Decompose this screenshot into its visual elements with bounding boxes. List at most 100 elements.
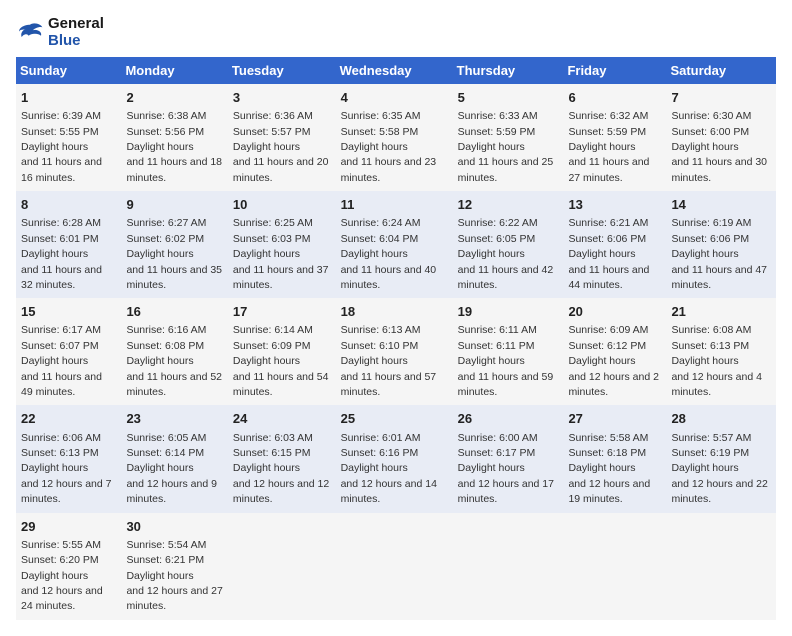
day-number: 16 [126,303,222,321]
day-header-saturday: Saturday [666,57,776,84]
day-header-tuesday: Tuesday [228,57,336,84]
day-cell-4: 4 Sunrise: 6:35 AMSunset: 5:58 PMDaylight… [336,84,453,191]
day-number: 14 [671,196,771,214]
day-detail-text: Sunrise: 6:19 AMSunset: 6:06 PMDaylight … [671,217,767,291]
day-cell-20: 20 Sunrise: 6:09 AMSunset: 6:12 PMDayligh… [563,298,666,405]
day-number: 23 [126,410,222,428]
day-detail-text: Sunrise: 5:55 AMSunset: 6:20 PMDaylight … [21,539,103,613]
day-cell-9: 9 Sunrise: 6:27 AMSunset: 6:02 PMDaylight… [121,191,227,298]
day-cell-7: 7Sunrise: 6:30 AMSunset: 6:00 PMDaylight… [666,84,776,191]
day-detail-text: Sunrise: 6:35 AMSunset: 5:58 PMDaylight … [341,110,437,184]
day-cell-12: 12 Sunrise: 6:22 AMSunset: 6:05 PMDayligh… [453,191,564,298]
day-header-sunday: Sunday [16,57,121,84]
day-number: 17 [233,303,331,321]
calendar-week-row: 22 Sunrise: 6:06 AMSunset: 6:13 PMDayligh… [16,405,776,512]
empty-cell [666,513,776,620]
calendar-week-row: 29 Sunrise: 5:55 AMSunset: 6:20 PMDayligh… [16,513,776,620]
day-cell-6: 6 Sunrise: 6:32 AMSunset: 5:59 PMDaylight… [563,84,666,191]
day-number: 6 [568,89,661,107]
day-detail-text: Sunrise: 6:36 AMSunset: 5:57 PMDaylight … [233,110,329,184]
day-detail-text: Sunrise: 6:22 AMSunset: 6:05 PMDaylight … [458,217,554,291]
day-cell-15: 15Sunrise: 6:17 AMSunset: 6:07 PMDayligh… [16,298,121,405]
day-number: 29 [21,518,116,536]
day-header-wednesday: Wednesday [336,57,453,84]
day-number: 26 [458,410,559,428]
day-number: 30 [126,518,222,536]
day-number: 7 [671,89,771,107]
day-cell-17: 17 Sunrise: 6:14 AMSunset: 6:09 PMDayligh… [228,298,336,405]
calendar-week-row: 1Sunrise: 6:39 AMSunset: 5:55 PMDaylight… [16,84,776,191]
day-cell-8: 8 Sunrise: 6:28 AMSunset: 6:01 PMDaylight… [16,191,121,298]
day-number: 2 [126,89,222,107]
logo: General Blue [16,16,104,49]
day-header-thursday: Thursday [453,57,564,84]
day-number: 28 [671,410,771,428]
day-cell-2: 2Sunrise: 6:38 AMSunset: 5:56 PMDaylight… [121,84,227,191]
day-detail-text: Sunrise: 6:16 AMSunset: 6:08 PMDaylight … [126,324,222,398]
day-number: 3 [233,89,331,107]
day-number: 22 [21,410,116,428]
day-number: 20 [568,303,661,321]
day-header-monday: Monday [121,57,227,84]
day-cell-26: 26Sunrise: 6:00 AMSunset: 6:17 PMDayligh… [453,405,564,512]
day-detail-text: Sunrise: 6:32 AMSunset: 5:59 PMDaylight … [568,110,649,184]
day-cell-22: 22 Sunrise: 6:06 AMSunset: 6:13 PMDayligh… [16,405,121,512]
day-number: 19 [458,303,559,321]
day-cell-27: 27 Sunrise: 5:58 AMSunset: 6:18 PMDayligh… [563,405,666,512]
day-cell-21: 21Sunrise: 6:08 AMSunset: 6:13 PMDayligh… [666,298,776,405]
day-cell-10: 10 Sunrise: 6:25 AMSunset: 6:03 PMDayligh… [228,191,336,298]
day-detail-text: Sunrise: 6:06 AMSunset: 6:13 PMDaylight … [21,432,112,506]
day-cell-29: 29 Sunrise: 5:55 AMSunset: 6:20 PMDayligh… [16,513,121,620]
day-number: 18 [341,303,448,321]
day-cell-1: 1Sunrise: 6:39 AMSunset: 5:55 PMDaylight… [16,84,121,191]
logo-text: General Blue [48,16,104,49]
day-detail-text: Sunrise: 6:21 AMSunset: 6:06 PMDaylight … [568,217,649,291]
day-detail-text: Sunrise: 6:09 AMSunset: 6:12 PMDaylight … [568,324,659,398]
day-detail-text: Sunrise: 6:27 AMSunset: 6:02 PMDaylight … [126,217,222,291]
day-cell-18: 18 Sunrise: 6:13 AMSunset: 6:10 PMDayligh… [336,298,453,405]
calendar-table: SundayMondayTuesdayWednesdayThursdayFrid… [16,57,776,620]
empty-cell [336,513,453,620]
day-number: 24 [233,410,331,428]
day-cell-28: 28 Sunrise: 5:57 AMSunset: 6:19 PMDayligh… [666,405,776,512]
day-number: 10 [233,196,331,214]
day-detail-text: Sunrise: 5:57 AMSunset: 6:19 PMDaylight … [671,432,767,506]
day-detail-text: Sunrise: 6:28 AMSunset: 6:01 PMDaylight … [21,217,102,291]
day-number: 12 [458,196,559,214]
day-cell-3: 3 Sunrise: 6:36 AMSunset: 5:57 PMDaylight… [228,84,336,191]
day-number: 5 [458,89,559,107]
day-number: 4 [341,89,448,107]
day-number: 13 [568,196,661,214]
calendar-week-row: 15Sunrise: 6:17 AMSunset: 6:07 PMDayligh… [16,298,776,405]
day-cell-24: 24 Sunrise: 6:03 AMSunset: 6:15 PMDayligh… [228,405,336,512]
empty-cell [453,513,564,620]
day-cell-16: 16 Sunrise: 6:16 AMSunset: 6:08 PMDayligh… [121,298,227,405]
day-cell-5: 5Sunrise: 6:33 AMSunset: 5:59 PMDaylight… [453,84,564,191]
day-number: 15 [21,303,116,321]
empty-cell [563,513,666,620]
day-cell-11: 11 Sunrise: 6:24 AMSunset: 6:04 PMDayligh… [336,191,453,298]
day-number: 27 [568,410,661,428]
day-detail-text: Sunrise: 6:05 AMSunset: 6:14 PMDaylight … [126,432,217,506]
day-cell-13: 13 Sunrise: 6:21 AMSunset: 6:06 PMDayligh… [563,191,666,298]
day-cell-14: 14 Sunrise: 6:19 AMSunset: 6:06 PMDayligh… [666,191,776,298]
day-detail-text: Sunrise: 6:25 AMSunset: 6:03 PMDaylight … [233,217,329,291]
day-detail-text: Sunrise: 6:13 AMSunset: 6:10 PMDaylight … [341,324,437,398]
header: General Blue [16,16,776,49]
day-cell-19: 19 Sunrise: 6:11 AMSunset: 6:11 PMDayligh… [453,298,564,405]
day-detail-text: Sunrise: 5:58 AMSunset: 6:18 PMDaylight … [568,432,650,506]
day-number: 9 [126,196,222,214]
empty-cell [228,513,336,620]
day-cell-25: 25 Sunrise: 6:01 AMSunset: 6:16 PMDayligh… [336,405,453,512]
day-detail-text: Sunrise: 6:14 AMSunset: 6:09 PMDaylight … [233,324,329,398]
day-number: 11 [341,196,448,214]
day-detail-text: Sunrise: 6:24 AMSunset: 6:04 PMDaylight … [341,217,437,291]
day-number: 1 [21,89,116,107]
day-number: 21 [671,303,771,321]
day-number: 8 [21,196,116,214]
day-detail-text: Sunrise: 6:01 AMSunset: 6:16 PMDaylight … [341,432,437,506]
day-detail-text: Sunrise: 5:54 AMSunset: 6:21 PMDaylight … [126,539,222,613]
day-number: 25 [341,410,448,428]
day-detail-text: Sunrise: 6:11 AMSunset: 6:11 PMDaylight … [458,324,554,398]
day-detail-text: Sunrise: 6:03 AMSunset: 6:15 PMDaylight … [233,432,329,506]
